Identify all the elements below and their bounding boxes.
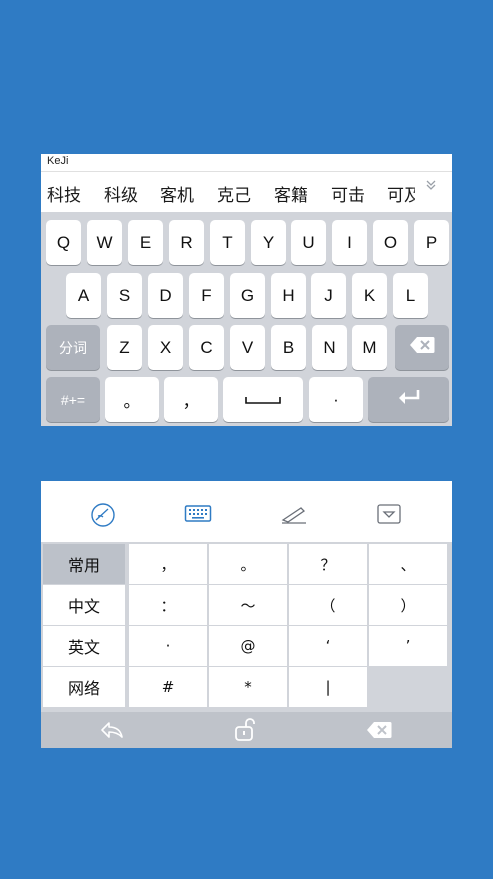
key-e[interactable]: E	[128, 220, 163, 265]
keyboard-icon[interactable]	[184, 503, 214, 525]
delete-key[interactable]	[395, 325, 449, 370]
symbol-key[interactable]: ‘	[289, 626, 367, 666]
lock-icon[interactable]	[233, 717, 257, 747]
key-d[interactable]: D	[148, 273, 183, 318]
key-s[interactable]: S	[107, 273, 142, 318]
symbol-key[interactable]: ～	[209, 585, 287, 625]
category-english[interactable]: 英文	[43, 626, 125, 666]
period-key[interactable]: 。	[105, 377, 159, 422]
key-h[interactable]: H	[271, 273, 306, 318]
symbol-keyboard: 常用 中文 英文 网络 ，。？、 ：～（） · @ ‘’ # * |	[41, 481, 452, 748]
symbol-bottom-bar	[41, 712, 452, 748]
key-p[interactable]: P	[414, 220, 449, 265]
symbol-key[interactable]: |	[289, 667, 367, 707]
symbols-key[interactable]: #+=	[46, 377, 100, 422]
key-u[interactable]: U	[291, 220, 326, 265]
pinyin-keyboard: KeJi 科技 科级 客机 克己 客籍 可击 可及 分词 #+= 。 ， · Q…	[41, 154, 452, 426]
candidate-6[interactable]: 可击	[331, 181, 365, 206]
key-o[interactable]: O	[373, 220, 408, 265]
backspace-icon[interactable]	[366, 721, 392, 743]
emoji-icon[interactable]	[88, 503, 118, 527]
symbol-key[interactable]: @	[209, 626, 287, 666]
key-y[interactable]: Y	[251, 220, 286, 265]
symbol-key[interactable]: ’	[369, 626, 447, 666]
key-x[interactable]: X	[148, 325, 183, 370]
symbol-key[interactable]: #	[129, 667, 207, 707]
key-c[interactable]: C	[189, 325, 224, 370]
key-g[interactable]: G	[230, 273, 265, 318]
key-q[interactable]: Q	[46, 220, 81, 265]
key-a[interactable]: A	[66, 273, 101, 318]
expand-candidates-icon[interactable]	[424, 178, 438, 196]
key-r[interactable]: R	[169, 220, 204, 265]
key-t[interactable]: T	[210, 220, 245, 265]
key-b[interactable]: B	[271, 325, 306, 370]
category-internet[interactable]: 网络	[43, 667, 125, 707]
symbol-key[interactable]: ：	[129, 585, 207, 625]
key-j[interactable]: J	[311, 273, 346, 318]
symbol-key[interactable]: ？	[289, 544, 367, 584]
return-key[interactable]	[368, 377, 449, 422]
symbol-key[interactable]: （	[289, 585, 367, 625]
back-icon[interactable]	[99, 720, 125, 744]
composition-text: KeJi	[47, 155, 69, 167]
handwriting-icon[interactable]	[279, 503, 309, 525]
key-m[interactable]: M	[352, 325, 387, 370]
symbol-key[interactable]: 。	[209, 544, 287, 584]
key-l[interactable]: L	[393, 273, 428, 318]
key-z[interactable]: Z	[107, 325, 142, 370]
key-v[interactable]: V	[230, 325, 265, 370]
candidate-4[interactable]: 克己	[217, 181, 251, 206]
keyboard-toolbar	[41, 481, 452, 542]
key-n[interactable]: N	[312, 325, 347, 370]
symbol-key[interactable]: ，	[129, 544, 207, 584]
collapse-keyboard-icon[interactable]	[376, 503, 406, 525]
segment-key[interactable]: 分词	[46, 325, 100, 370]
key-i[interactable]: I	[332, 220, 367, 265]
key-w[interactable]: W	[87, 220, 122, 265]
candidate-5[interactable]: 客籍	[274, 181, 308, 206]
candidate-1[interactable]: 科技	[47, 181, 81, 206]
candidate-3[interactable]: 客机	[160, 181, 194, 206]
symbol-key[interactable]: ）	[369, 585, 447, 625]
key-k[interactable]: K	[352, 273, 387, 318]
candidate-2[interactable]: 科级	[104, 181, 138, 206]
dot-key[interactable]: ·	[309, 377, 363, 422]
symbol-key[interactable]: ·	[129, 626, 207, 666]
candidate-bar: 科技 科级 客机 克己 客籍 可击 可及	[41, 172, 452, 212]
symbol-key[interactable]: 、	[369, 544, 447, 584]
return-arrow-icon	[397, 389, 421, 410]
category-chinese[interactable]: 中文	[43, 585, 125, 625]
comma-key[interactable]: ，	[164, 377, 218, 422]
composition-bar: KeJi	[41, 154, 452, 172]
symbol-key[interactable]: *	[209, 667, 287, 707]
category-common[interactable]: 常用	[43, 544, 125, 584]
key-f[interactable]: F	[189, 273, 224, 318]
backspace-icon	[409, 336, 435, 359]
space-key[interactable]	[223, 377, 303, 422]
